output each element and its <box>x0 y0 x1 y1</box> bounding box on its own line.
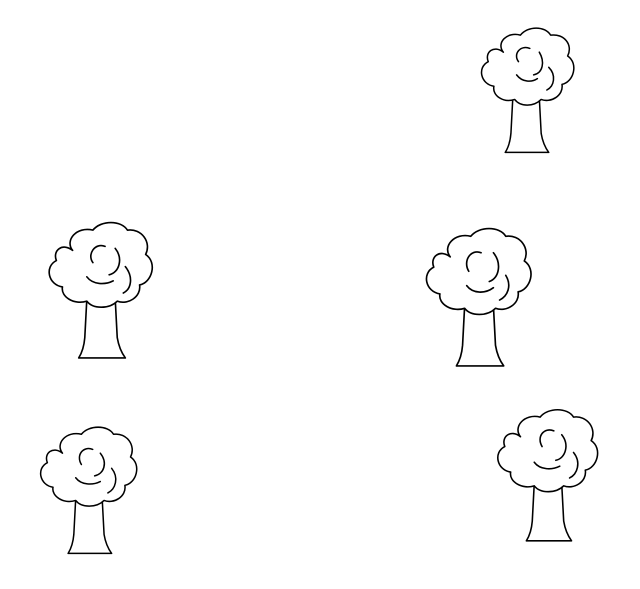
tree-drawing <box>425 227 532 367</box>
tree-drawing <box>39 426 138 555</box>
tree-drawing <box>497 408 599 542</box>
tree-drawing <box>480 27 575 154</box>
tree-icon <box>36 424 140 558</box>
tree-crown <box>39 426 138 507</box>
drawing-canvas <box>0 0 640 589</box>
tree-crown <box>497 408 599 493</box>
tree-icon <box>475 22 579 158</box>
tree-drawing <box>48 221 154 359</box>
tree-crown <box>480 27 575 106</box>
tree-icon <box>44 220 156 362</box>
tree-icon <box>493 406 601 546</box>
tree-icon <box>421 226 535 370</box>
tree-crown <box>48 221 154 309</box>
tree-crown <box>425 227 532 316</box>
